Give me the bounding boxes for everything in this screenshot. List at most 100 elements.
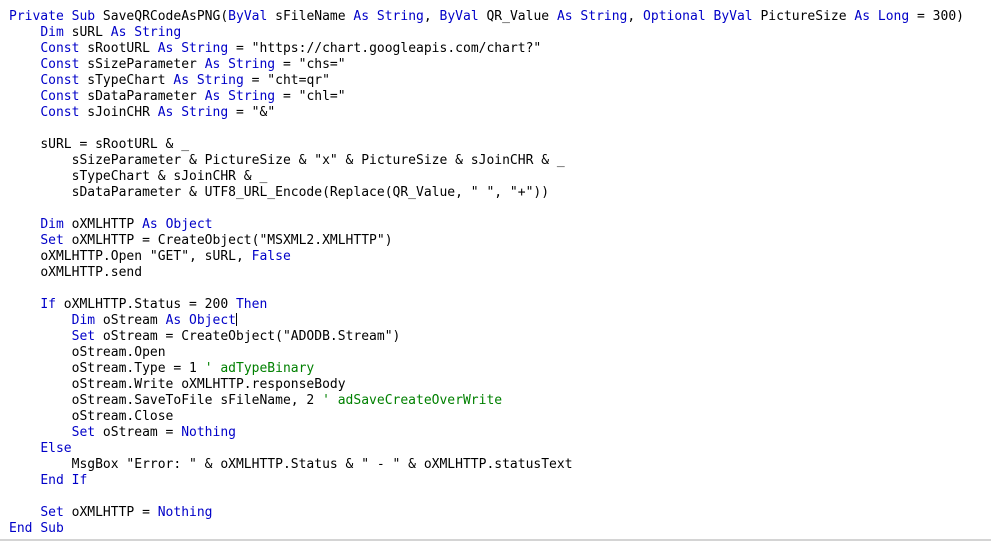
code-line[interactable]: oStream.Open — [0, 345, 991, 361]
code-text: oXMLHTTP.Open "GET", sURL, — [40, 249, 252, 264]
code-keyword: String — [134, 25, 182, 40]
code-keyword: Object — [189, 313, 237, 328]
code-keyword: As — [157, 105, 174, 120]
code-keyword: String — [181, 105, 229, 120]
code-line[interactable]: oStream.Type = 1 ' adTypeBinary — [0, 361, 991, 377]
code-line[interactable]: oStream.Close — [0, 409, 991, 425]
code-line[interactable]: oStream.SaveToFile sFileName, 2 ' adSave… — [0, 393, 991, 409]
code-line[interactable]: Dim oStream As Object — [0, 313, 991, 329]
code-text: sDataParameter — [79, 89, 205, 104]
code-keyword: Optional — [643, 9, 706, 24]
code-keyword: Set — [40, 233, 64, 248]
code-text: = "&" — [228, 105, 276, 120]
code-line[interactable]: Set oXMLHTTP = Nothing — [0, 505, 991, 521]
code-line[interactable]: Const sTypeChart As String = "cht=qr" — [0, 73, 991, 89]
code-text: sTypeChart & sJoinCHR & _ — [71, 169, 268, 184]
code-keyword: String — [196, 73, 244, 88]
code-line[interactable]: End Sub — [0, 521, 991, 537]
code-text: oStream.SaveToFile sFileName, 2 — [71, 393, 323, 408]
code-line[interactable]: MsgBox "Error: " & oXMLHTTP.Status & " -… — [0, 457, 991, 473]
code-line[interactable]: Const sRootURL As String = "https://char… — [0, 41, 991, 57]
code-line[interactable]: Set oStream = CreateObject("ADODB.Stream… — [0, 329, 991, 345]
code-editor-pane[interactable]: Private Sub SaveQRCodeAsPNG(ByVal sFileN… — [0, 0, 991, 541]
code-keyword: As — [142, 217, 158, 232]
code-line[interactable]: sURL = sRootURL & _ — [0, 137, 991, 153]
code-text: oXMLHTTP.send — [40, 265, 143, 280]
code-keyword: Nothing — [181, 425, 236, 440]
code-keyword: End — [9, 521, 33, 536]
code-keyword: Const — [40, 57, 80, 72]
code-line[interactable]: oXMLHTTP.Open "GET", sURL, False — [0, 249, 991, 265]
code-text: = "https://chart.googleapis.com/chart?" — [228, 41, 542, 56]
code-text: MsgBox "Error: " & oXMLHTTP.Status & " -… — [71, 457, 573, 472]
code-line[interactable]: Private Sub SaveQRCodeAsPNG(ByVal sFileN… — [0, 9, 991, 25]
code-keyword: Nothing — [157, 505, 213, 520]
code-line[interactable]: If oXMLHTTP.Status = 200 Then — [0, 297, 991, 313]
code-line[interactable]: Dim sURL As String — [0, 25, 991, 41]
code-line[interactable] — [0, 489, 991, 505]
code-line[interactable]: Else — [0, 441, 991, 457]
code-line[interactable]: Const sDataParameter As String = "chl=" — [0, 89, 991, 105]
code-keyword: Const — [40, 89, 80, 104]
code-text: sRootURL — [79, 41, 158, 56]
code-line[interactable]: Const sJoinCHR As String = "&" — [0, 105, 991, 121]
code-line[interactable]: Set oStream = Nothing — [0, 425, 991, 441]
code-line[interactable]: oStream.Write oXMLHTTP.responseBody — [0, 377, 991, 393]
code-line[interactable] — [0, 121, 991, 137]
code-line[interactable]: Const sSizeParameter As String = "chs=" — [0, 57, 991, 73]
code-text: oXMLHTTP = — [63, 505, 158, 520]
code-keyword: Const — [40, 73, 80, 88]
code-keyword: False — [251, 249, 291, 264]
code-keyword: As — [204, 89, 221, 104]
code-text: sSizeParameter — [79, 57, 205, 72]
code-line[interactable]: End If — [0, 473, 991, 489]
code-text-area[interactable]: Private Sub SaveQRCodeAsPNG(ByVal sFileN… — [0, 9, 991, 537]
code-comment: ' adTypeBinary — [204, 361, 315, 376]
code-keyword: If — [71, 473, 88, 488]
code-text: sSizeParameter & PictureSize & "x" & Pic… — [71, 153, 565, 168]
code-text: oStream.Write oXMLHTTP.responseBody — [71, 377, 346, 392]
code-line[interactable]: sDataParameter & UTF8_URL_Encode(Replace… — [0, 185, 991, 201]
code-keyword: String — [181, 41, 229, 56]
code-comment: ' adSaveCreateOverWrite — [322, 393, 503, 408]
code-keyword: Set — [40, 505, 64, 520]
code-line[interactable]: sSizeParameter & PictureSize & "x" & Pic… — [0, 153, 991, 169]
code-keyword: Sub — [71, 9, 96, 24]
code-keyword: Set — [71, 329, 96, 344]
code-keyword: As — [173, 73, 190, 88]
code-text: = 300) — [909, 9, 964, 24]
code-keyword: Long — [877, 9, 910, 24]
code-line[interactable] — [0, 201, 991, 217]
code-line[interactable]: Dim oXMLHTTP As Object — [0, 217, 991, 233]
code-line[interactable]: oXMLHTTP.send — [0, 265, 991, 281]
code-keyword: String — [228, 89, 276, 104]
code-text: QR_Value — [478, 9, 557, 24]
code-keyword: Private — [9, 9, 64, 24]
text-cursor-caret — [236, 313, 238, 326]
code-text: oStream = — [95, 425, 182, 440]
code-line[interactable] — [0, 281, 991, 297]
code-text: sURL — [63, 25, 111, 40]
code-keyword: Then — [235, 297, 268, 312]
code-line[interactable]: Set oXMLHTTP = CreateObject("MSXML2.XMLH… — [0, 233, 991, 249]
code-line[interactable]: sTypeChart & sJoinCHR & _ — [0, 169, 991, 185]
code-text: oStream.Open — [71, 345, 166, 360]
